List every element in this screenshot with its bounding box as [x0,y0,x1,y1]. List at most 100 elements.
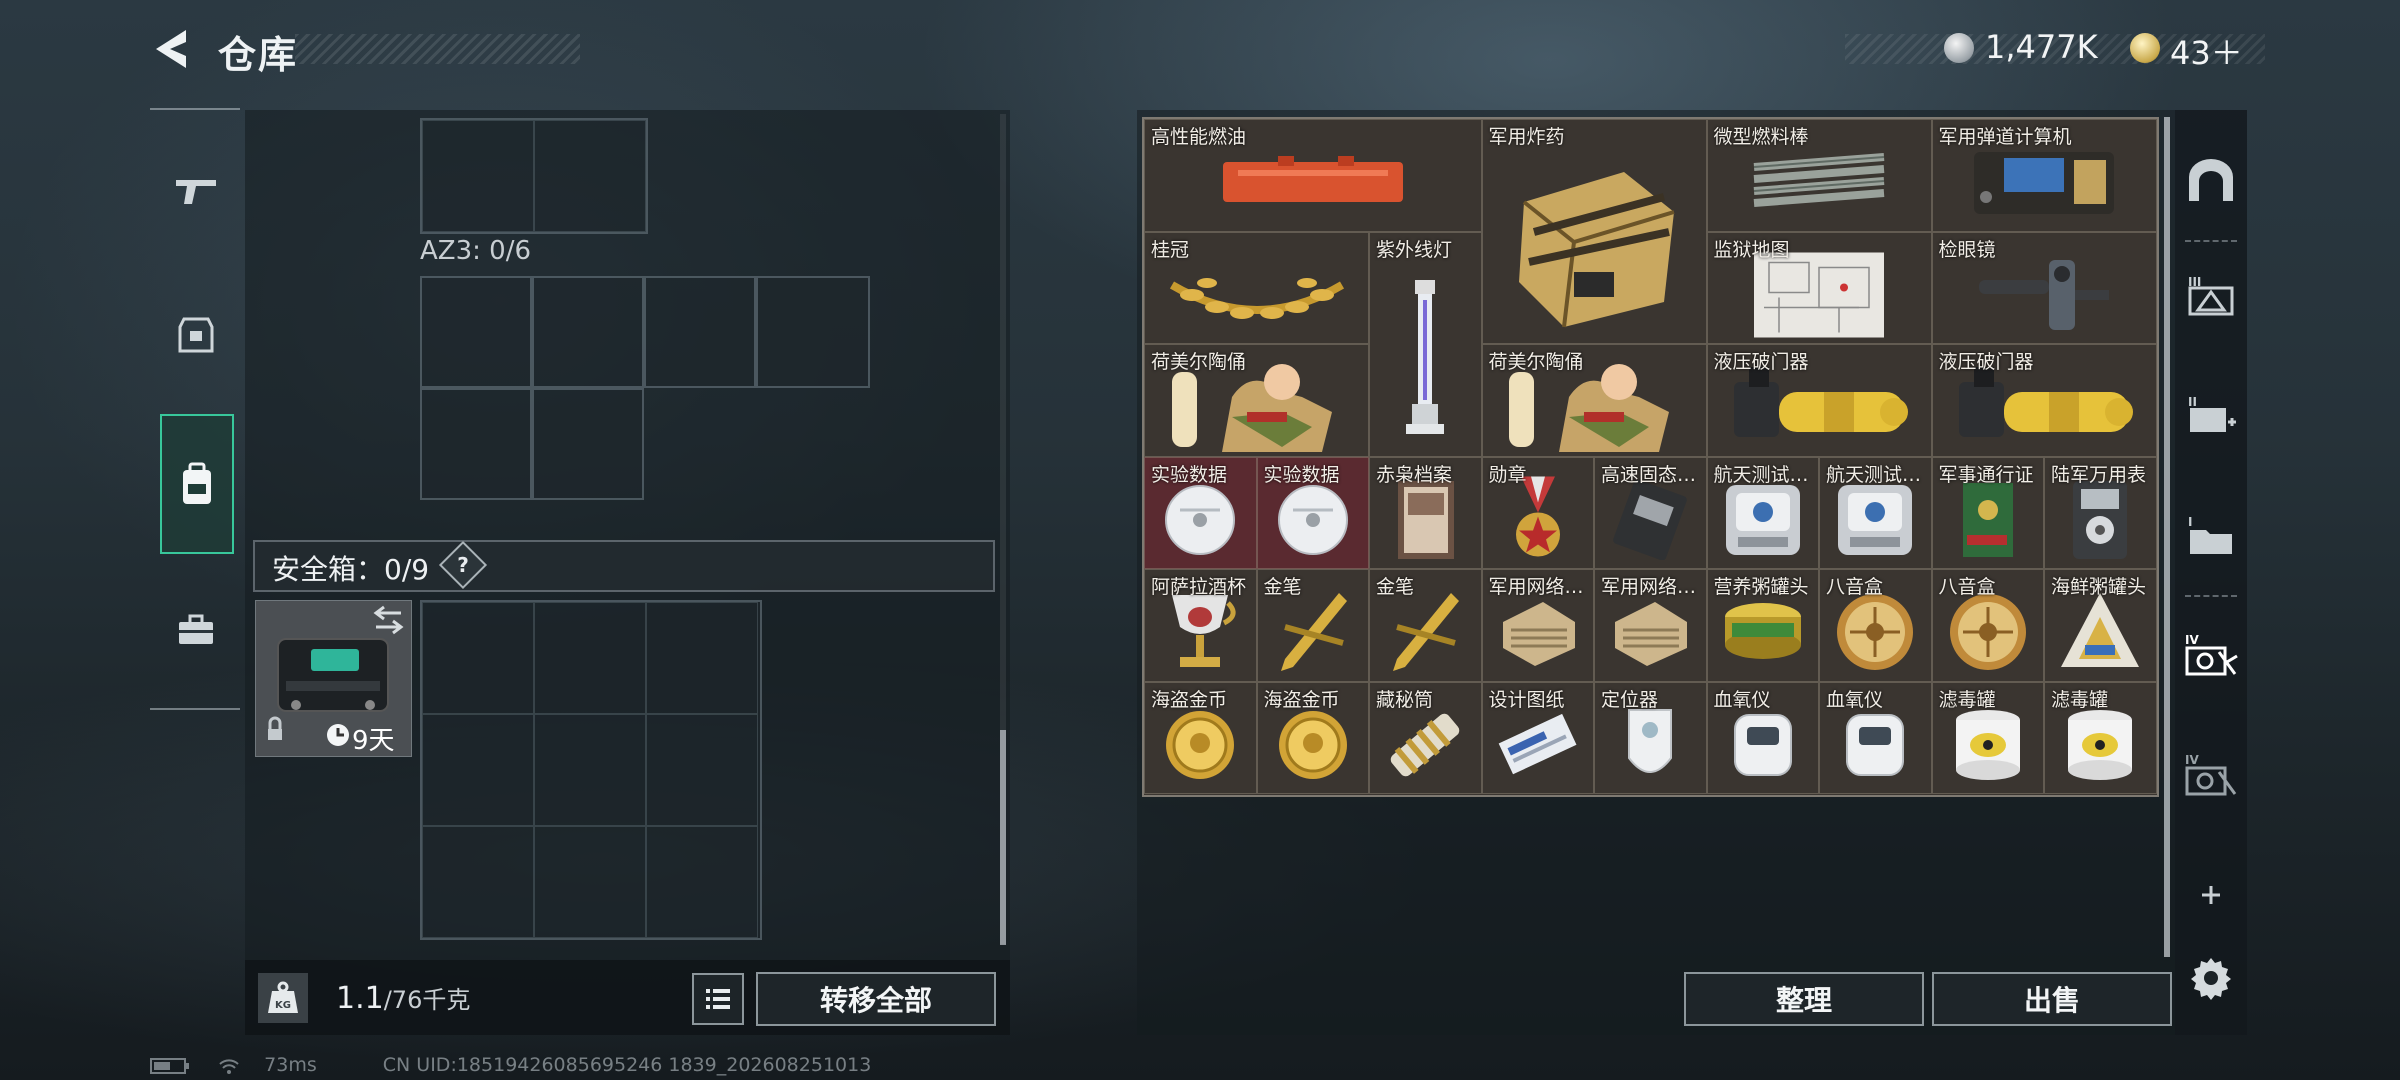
storage-item-filter-canister[interactable]: 滤毒罐 [1931,681,2044,794]
grid-slot[interactable] [420,388,532,500]
storage-item-fuel-rods[interactable]: 微型燃料棒 [1706,119,1932,232]
storage-item-hydraulic-breacher[interactable]: 液压破门器 [1706,344,1932,457]
storage-item-gold-coin[interactable]: 海盗金币 [1256,681,1369,794]
tab-storage-home[interactable] [2175,130,2247,230]
storage-item-gold-coin[interactable]: 海盗金币 [1144,681,1257,794]
storage-item-prison-map[interactable]: 监狱地图 [1706,231,1932,344]
sidebar-divider [150,108,240,110]
left-scrollbar-thumb[interactable] [1000,730,1006,945]
storage-item-ophthalmoscope[interactable]: 检眼镜 [1931,231,2157,344]
grid-slot[interactable] [422,602,534,714]
grid-slot[interactable] [644,276,756,388]
tab-backpack[interactable] [160,414,234,554]
tab-case[interactable] [160,585,232,675]
ballistic-computer-icon [1964,142,2124,226]
grid-slot[interactable] [422,714,534,826]
grid-slot[interactable] [534,826,646,938]
storage-item-goblet[interactable]: 阿萨拉酒杯 [1144,569,1257,682]
currency-gold-value[interactable]: 43＋ [2170,28,2243,74]
grid-slot[interactable] [646,602,758,714]
az2-grid[interactable] [420,118,648,234]
item-name: 实验数据 [1263,463,1340,486]
storage-item-uv-lamp[interactable]: 紫外线灯 [1369,231,1482,457]
storage-item-can-triangle[interactable]: 海鲜粥罐头 [2044,569,2157,682]
storage-item-medal[interactable]: 勋章 [1481,456,1594,569]
item-name: 微型燃料棒 [1713,126,1809,148]
tab-storage-4-active[interactable]: IV [2175,605,2247,705]
storage-item-filter-canister[interactable]: 滤毒罐 [2044,681,2157,794]
grid-slot[interactable] [532,276,644,388]
kg-weight-icon: KG [268,981,298,1013]
storage-item-cryptex[interactable]: 藏秘筒 [1369,681,1482,794]
storage-item-pass-book[interactable]: 军事通行证 [1931,456,2044,569]
transfer-all-button[interactable]: 转移全部 [756,972,996,1026]
storage-item-figurine[interactable]: 荷美尔陶俑 [1144,344,1369,457]
storage-item-gold-pen[interactable]: 金笔 [1256,569,1369,682]
music-box-icon [1943,587,2033,680]
grid-slot[interactable] [534,120,646,232]
storage-item-blueprint[interactable]: 设计图纸 [1481,681,1594,794]
tab-storage-2[interactable]: II [2175,365,2247,465]
prison-map-icon [1749,247,1889,343]
safe-box-grid[interactable] [420,600,762,940]
plus-icon [2202,886,2220,904]
storage-item-ssd[interactable]: 高速固态… [1594,456,1707,569]
storage-item-data-disc[interactable]: 实验数据 [1256,456,1369,569]
storage-item-hydraulic-breacher[interactable]: 液压破门器 [1931,344,2157,457]
storage-item-network-module[interactable]: 军用网络… [1481,569,1594,682]
storage-item-test-device[interactable]: 航天测试… [1819,456,1932,569]
item-name: 陆军万用表 [2051,463,2147,486]
list-view-button[interactable] [692,973,744,1025]
storage-item-locator[interactable]: 定位器 [1594,681,1707,794]
storage-item-gold-pen[interactable]: 金笔 [1369,569,1482,682]
help-label: ? [457,553,469,577]
storage-item-multimeter[interactable]: 陆军万用表 [2044,456,2157,569]
storage-item-test-device[interactable]: 航天测试… [1706,456,1819,569]
tab-storage-3[interactable]: III [2175,245,2247,345]
grid-slot[interactable] [532,388,644,500]
list-icon [706,989,730,1009]
grid-slot[interactable] [534,602,646,714]
briefcase-icon [179,614,213,644]
storage-item-laurel-crown[interactable]: 桂冠 [1144,231,1369,344]
tab-weapons[interactable] [160,145,232,235]
storage-item-can[interactable]: 营养粥罐头 [1706,569,1819,682]
svg-text:IV: IV [2185,633,2199,647]
storage-item-figurine[interactable]: 荷美尔陶俑 [1481,344,1707,457]
grid-slot[interactable] [422,826,534,938]
grid-slot[interactable] [422,120,534,232]
storage-grid[interactable]: 高性能燃油 军用炸药 微型燃料棒 军用弹道计算机桂冠 紫外线灯 监狱地图 检眼镜荷美尔陶俑 荷… [1142,117,2159,797]
silver-coin-icon [1944,33,1974,63]
storage-item-network-module[interactable]: 军用网络… [1594,569,1707,682]
storage-item-music-box[interactable]: 八音盒 [1931,569,2044,682]
tab-separator [2185,595,2237,597]
item-name: 军事通行证 [1938,463,2034,486]
storage-item-oximeter[interactable]: 血氧仪 [1706,681,1819,794]
right-scrollbar[interactable] [2164,117,2170,957]
az3-grid[interactable] [420,276,870,500]
settings-button[interactable] [2175,925,2247,1030]
item-name: 勋章 [1488,463,1527,486]
grid-slot[interactable] [420,276,532,388]
storage-item-music-box[interactable]: 八音盒 [1819,569,1932,682]
tab-armor[interactable] [160,290,232,380]
can-triangle-icon [2055,587,2145,680]
storage-item-oximeter[interactable]: 血氧仪 [1819,681,1932,794]
vest-icon [178,317,214,353]
storage-item-explosive-crate[interactable]: 军用炸药 [1481,119,1707,344]
tab-storage-4b[interactable]: IV [2175,725,2247,825]
sort-button[interactable]: 整理 [1684,972,1924,1026]
back-button[interactable] [150,26,190,72]
storage-item-ballistic-computer[interactable]: 军用弹道计算机 [1931,119,2157,232]
item-name: 荷美尔陶俑 [1151,351,1247,373]
grid-slot[interactable] [646,714,758,826]
storage-item-fuel-can[interactable]: 高性能燃油 [1144,119,1482,232]
tab-storage-1[interactable]: I [2175,485,2247,585]
sell-button[interactable]: 出售 [1932,972,2172,1026]
storage-item-data-disc[interactable]: 实验数据 [1144,456,1257,569]
storage-1-icon: I [2188,515,2232,554]
grid-slot[interactable] [646,826,758,938]
grid-slot[interactable] [534,714,646,826]
storage-item-dossier[interactable]: 赤枭档案 [1369,456,1482,569]
grid-slot[interactable] [756,276,870,388]
